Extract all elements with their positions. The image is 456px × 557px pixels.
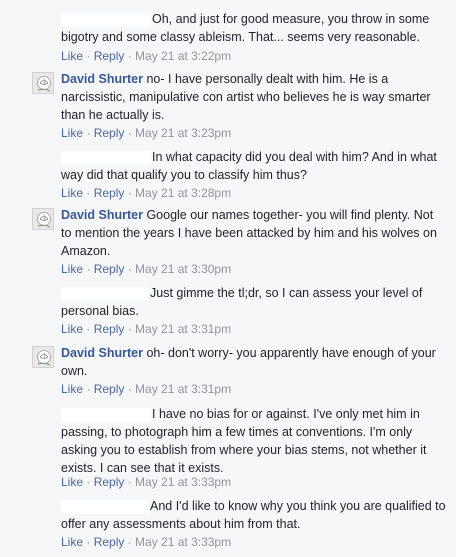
timestamp[interactable]: May 21 at 3:28pm bbox=[135, 186, 231, 200]
separator: · bbox=[124, 475, 136, 489]
comment-text: Oh, and just for good measure, you throw… bbox=[61, 12, 430, 44]
rose-avatar-icon bbox=[33, 73, 53, 93]
separator: · bbox=[83, 535, 94, 549]
reply-link[interactable]: Reply bbox=[94, 262, 125, 276]
separator: · bbox=[83, 322, 94, 336]
timestamp[interactable]: May 21 at 3:33pm bbox=[135, 475, 231, 489]
separator: · bbox=[124, 382, 136, 396]
timestamp[interactable]: May 21 at 3:30pm bbox=[135, 262, 231, 276]
comment-body: David Shurter oh- don't worry- you appar… bbox=[61, 344, 446, 380]
reply-link[interactable]: Reply bbox=[94, 322, 125, 336]
avatar[interactable] bbox=[32, 286, 54, 308]
avatar[interactable] bbox=[32, 407, 54, 429]
avatar[interactable] bbox=[32, 499, 54, 521]
separator: · bbox=[124, 186, 136, 200]
comment-actions: Like · Reply · May 21 at 3:23pm bbox=[61, 126, 231, 140]
author-name[interactable]: David Shurter bbox=[61, 346, 143, 360]
reply-link[interactable]: Reply bbox=[94, 535, 125, 549]
separator: · bbox=[124, 49, 136, 63]
like-link[interactable]: Like bbox=[61, 475, 83, 489]
comment-body: Just gimme the tl;dr, so I can assess yo… bbox=[61, 284, 446, 320]
timestamp[interactable]: May 21 at 3:23pm bbox=[135, 126, 231, 140]
timestamp[interactable]: May 21 at 3:33pm bbox=[135, 535, 231, 549]
comment-body: David Shurter no- I have personally deal… bbox=[61, 70, 446, 124]
like-link[interactable]: Like bbox=[61, 126, 83, 140]
avatar[interactable] bbox=[32, 346, 54, 368]
comment-actions: Like · Reply · May 21 at 3:31pm bbox=[61, 322, 231, 336]
comment-text: And I'd like to know why you think you a… bbox=[61, 499, 446, 531]
avatar[interactable] bbox=[32, 208, 54, 230]
comment-actions: Like · Reply · May 21 at 3:33pm bbox=[61, 475, 231, 489]
separator: · bbox=[124, 262, 136, 276]
timestamp[interactable]: May 21 at 3:31pm bbox=[135, 322, 231, 336]
reply-link[interactable]: Reply bbox=[94, 186, 125, 200]
like-link[interactable]: Like bbox=[61, 382, 83, 396]
avatar[interactable] bbox=[32, 72, 54, 94]
separator: · bbox=[83, 262, 94, 276]
comment-body: In what capacity did you deal with him? … bbox=[61, 148, 446, 184]
comment-text: In what capacity did you deal with him? … bbox=[61, 150, 437, 182]
comment-body: I have no bias for or against. I've only… bbox=[61, 405, 446, 477]
comment-actions: Like · Reply · May 21 at 3:31pm bbox=[61, 382, 231, 396]
avatar[interactable] bbox=[32, 12, 54, 34]
like-link[interactable]: Like bbox=[61, 49, 83, 63]
rose-avatar-icon bbox=[33, 347, 53, 367]
separator: · bbox=[124, 126, 136, 140]
comment-text: Just gimme the tl;dr, so I can assess yo… bbox=[61, 286, 423, 318]
comment-body: And I'd like to know why you think you a… bbox=[61, 497, 446, 533]
avatar[interactable] bbox=[32, 150, 54, 172]
author-name[interactable]: David Shurter bbox=[61, 72, 143, 86]
reply-link[interactable]: Reply bbox=[94, 475, 125, 489]
comment-thread: Oh, and just for good measure, you throw… bbox=[0, 0, 456, 557]
comment-body: David Shurter Google our names together-… bbox=[61, 206, 446, 260]
reply-link[interactable]: Reply bbox=[94, 126, 125, 140]
comment-text: I have no bias for or against. I've only… bbox=[61, 407, 427, 475]
like-link[interactable]: Like bbox=[61, 186, 83, 200]
separator: · bbox=[83, 475, 94, 489]
comment-body: Oh, and just for good measure, you throw… bbox=[61, 10, 446, 46]
comment-actions: Like · Reply · May 21 at 3:28pm bbox=[61, 186, 231, 200]
timestamp[interactable]: May 21 at 3:22pm bbox=[135, 49, 231, 63]
like-link[interactable]: Like bbox=[61, 535, 83, 549]
separator: · bbox=[83, 186, 94, 200]
separator: · bbox=[83, 382, 94, 396]
reply-link[interactable]: Reply bbox=[94, 382, 125, 396]
like-link[interactable]: Like bbox=[61, 262, 83, 276]
separator: · bbox=[124, 535, 136, 549]
timestamp[interactable]: May 21 at 3:31pm bbox=[135, 382, 231, 396]
like-link[interactable]: Like bbox=[61, 322, 83, 336]
comment-actions: Like · Reply · May 21 at 3:22pm bbox=[61, 49, 231, 63]
comment-actions: Like · Reply · May 21 at 3:33pm bbox=[61, 535, 231, 549]
comment-actions: Like · Reply · May 21 at 3:30pm bbox=[61, 262, 231, 276]
rose-avatar-icon bbox=[33, 209, 53, 229]
separator: · bbox=[83, 49, 94, 63]
author-name[interactable]: David Shurter bbox=[61, 208, 143, 222]
reply-link[interactable]: Reply bbox=[94, 49, 125, 63]
separator: · bbox=[83, 126, 94, 140]
separator: · bbox=[124, 322, 136, 336]
